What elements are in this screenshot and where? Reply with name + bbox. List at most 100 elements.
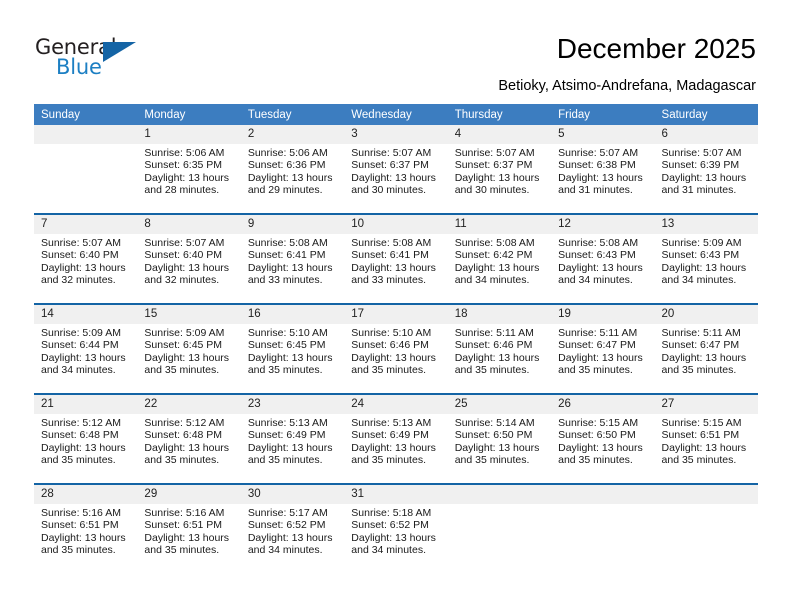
calendar-day-cell[interactable]: 9 Sunrise: 5:08 AM Sunset: 6:41 PM Daylight… [240, 215, 345, 303]
day-cell-content: 25 Sunrise: 5:14 AM Sunset: 6:50 PM Dayligh… [447, 395, 552, 483]
day-number: 25 [447, 395, 552, 414]
daylight-text-line2: and 32 minutes. [144, 274, 220, 287]
day-sun-info: Sunrise: 5:16 AM Sunset: 6:51 PM Daylight:… [137, 504, 240, 557]
calendar-day-cell[interactable]: 23 Sunrise: 5:13 AM Sunset: 6:49 PM Dayligh… [240, 395, 345, 483]
general-blue-logo[interactable]: General Blue [35, 36, 165, 82]
calendar-day-cell[interactable]: 26 Sunrise: 5:15 AM Sunset: 6:50 PM Dayligh… [551, 395, 655, 483]
calendar-day-cell[interactable]: 14 Sunrise: 5:09 AM Sunset: 6:44 PM Dayligh… [34, 305, 138, 393]
day-number: 21 [34, 395, 138, 414]
daylight-text-line2: and 35 minutes. [661, 454, 737, 467]
sunrise-text: Sunrise: 5:07 AM [144, 237, 225, 249]
calendar-day-cell[interactable]: 12 Sunrise: 5:08 AM Sunset: 6:43 PM Dayligh… [551, 215, 655, 303]
day-sun-info: Sunrise: 5:07 AM Sunset: 6:40 PM Daylight:… [137, 234, 240, 287]
daylight-text-line2: and 34 minutes. [247, 544, 323, 557]
calendar-day-cell[interactable]: 3 Sunrise: 5:07 AM Sunset: 6:37 PM Daylight… [344, 125, 448, 213]
day-number [34, 125, 138, 144]
calendar-day-cell[interactable]: 1 Sunrise: 5:06 AM Sunset: 6:35 PM Daylight… [137, 125, 241, 213]
daylight-text-line2: and 35 minutes. [351, 364, 426, 377]
weekday-header-friday: Friday [551, 104, 655, 125]
daylight-text-line1: Daylight: 13 hours [558, 351, 643, 364]
day-cell-content: 29 Sunrise: 5:16 AM Sunset: 6:51 PM Dayligh… [137, 485, 241, 573]
sunset-text: Sunset: 6:52 PM [351, 519, 429, 532]
day-cell-content: 27 Sunrise: 5:15 AM Sunset: 6:51 PM Dayligh… [654, 395, 758, 483]
calendar-day-cell[interactable]: 22 Sunrise: 5:12 AM Sunset: 6:48 PM Dayligh… [137, 395, 241, 483]
day-cell-content: 1 Sunrise: 5:06 AM Sunset: 6:35 PM Daylight… [137, 125, 241, 213]
calendar-day-cell[interactable]: 8 Sunrise: 5:07 AM Sunset: 6:40 PM Daylight… [137, 215, 241, 303]
daylight-text-line2: and 31 minutes. [661, 184, 737, 197]
day-sun-info: Sunrise: 5:13 AM Sunset: 6:49 PM Daylight:… [241, 414, 344, 467]
calendar-week-row: 7 Sunrise: 5:07 AM Sunset: 6:40 PM Daylight… [34, 215, 758, 303]
day-number: 27 [654, 395, 758, 414]
calendar-day-cell[interactable]: 4 Sunrise: 5:07 AM Sunset: 6:37 PM Daylight… [447, 125, 552, 213]
day-sun-info: Sunrise: 5:15 AM Sunset: 6:51 PM Daylight:… [655, 414, 758, 467]
day-sun-info: Sunrise: 5:14 AM Sunset: 6:50 PM Daylight:… [448, 414, 551, 467]
daylight-text-line1: Daylight: 13 hours [41, 261, 126, 274]
day-cell-content: 14 Sunrise: 5:09 AM Sunset: 6:44 PM Dayligh… [34, 305, 138, 393]
day-number: 30 [240, 485, 345, 504]
calendar-day-cell[interactable]: 16 Sunrise: 5:10 AM Sunset: 6:45 PM Dayligh… [240, 305, 345, 393]
calendar-empty-cell [654, 485, 758, 573]
sunset-text: Sunset: 6:48 PM [41, 429, 119, 442]
daylight-text-line1: Daylight: 13 hours [558, 441, 643, 454]
daylight-text-line1: Daylight: 13 hours [454, 351, 540, 364]
day-sun-info: Sunrise: 5:07 AM Sunset: 6:38 PM Daylight:… [551, 144, 654, 197]
daylight-text-line2: and 35 minutes. [144, 544, 220, 557]
sunset-text: Sunset: 6:35 PM [144, 159, 223, 172]
daylight-text-line2: and 34 minutes. [454, 274, 530, 287]
calendar-day-cell[interactable]: 31 Sunrise: 5:18 AM Sunset: 6:52 PM Dayligh… [344, 485, 448, 573]
day-cell-content: 16 Sunrise: 5:10 AM Sunset: 6:45 PM Dayligh… [240, 305, 345, 393]
daylight-text-line1: Daylight: 13 hours [144, 171, 230, 184]
sunrise-text: Sunrise: 5:18 AM [351, 507, 432, 519]
day-cell-content: 3 Sunrise: 5:07 AM Sunset: 6:37 PM Daylight… [344, 125, 448, 213]
calendar-day-cell[interactable]: 15 Sunrise: 5:09 AM Sunset: 6:45 PM Dayligh… [137, 305, 241, 393]
sunrise-text: Sunrise: 5:12 AM [41, 417, 121, 429]
calendar-day-cell[interactable]: 5 Sunrise: 5:07 AM Sunset: 6:38 PM Daylight… [551, 125, 655, 213]
calendar-day-cell[interactable]: 24 Sunrise: 5:13 AM Sunset: 6:49 PM Dayligh… [344, 395, 448, 483]
day-number: 2 [240, 125, 345, 144]
daylight-text-line2: and 32 minutes. [41, 274, 116, 287]
day-sun-info: Sunrise: 5:15 AM Sunset: 6:50 PM Daylight:… [551, 414, 654, 467]
day-number [447, 485, 552, 504]
daylight-text-line2: and 34 minutes. [41, 364, 116, 377]
day-cell-content: 7 Sunrise: 5:07 AM Sunset: 6:40 PM Daylight… [34, 215, 138, 303]
calendar-day-cell[interactable]: 27 Sunrise: 5:15 AM Sunset: 6:51 PM Dayligh… [654, 395, 758, 483]
day-cell-content: 20 Sunrise: 5:11 AM Sunset: 6:47 PM Dayligh… [654, 305, 758, 393]
logo-text-blue: Blue [56, 55, 102, 79]
calendar-day-cell[interactable]: 6 Sunrise: 5:07 AM Sunset: 6:39 PM Daylight… [654, 125, 758, 213]
day-cell-content [654, 485, 758, 573]
calendar-day-cell[interactable]: 11 Sunrise: 5:08 AM Sunset: 6:42 PM Dayligh… [447, 215, 552, 303]
location-subtitle: Betioky, Atsimo-Andrefana, Madagascar [498, 78, 756, 94]
day-sun-info: Sunrise: 5:11 AM Sunset: 6:47 PM Daylight:… [551, 324, 654, 377]
sunrise-text: Sunrise: 5:11 AM [661, 327, 741, 339]
calendar-day-cell[interactable]: 10 Sunrise: 5:08 AM Sunset: 6:41 PM Dayligh… [344, 215, 448, 303]
calendar-day-cell[interactable]: 30 Sunrise: 5:17 AM Sunset: 6:52 PM Dayligh… [240, 485, 345, 573]
day-cell-content: 10 Sunrise: 5:08 AM Sunset: 6:41 PM Dayligh… [344, 215, 448, 303]
calendar-day-cell[interactable]: 2 Sunrise: 5:06 AM Sunset: 6:36 PM Daylight… [240, 125, 345, 213]
calendar-day-cell[interactable]: 29 Sunrise: 5:16 AM Sunset: 6:51 PM Dayligh… [137, 485, 241, 573]
daylight-text-line2: and 31 minutes. [558, 184, 633, 197]
sunset-text: Sunset: 6:50 PM [558, 429, 636, 442]
day-number: 16 [240, 305, 345, 324]
day-sun-info: Sunrise: 5:08 AM Sunset: 6:43 PM Daylight:… [551, 234, 654, 287]
calendar-day-cell[interactable]: 28 Sunrise: 5:16 AM Sunset: 6:51 PM Dayligh… [34, 485, 138, 573]
calendar-week-row: 21 Sunrise: 5:12 AM Sunset: 6:48 PM Dayligh… [34, 395, 758, 483]
calendar-day-cell[interactable]: 25 Sunrise: 5:14 AM Sunset: 6:50 PM Dayligh… [447, 395, 552, 483]
calendar-day-cell[interactable]: 17 Sunrise: 5:10 AM Sunset: 6:46 PM Dayligh… [344, 305, 448, 393]
calendar-day-cell[interactable]: 20 Sunrise: 5:11 AM Sunset: 6:47 PM Dayligh… [654, 305, 758, 393]
day-sun-info: Sunrise: 5:07 AM Sunset: 6:39 PM Daylight:… [655, 144, 758, 197]
daylight-text-line2: and 34 minutes. [661, 274, 737, 287]
calendar-day-cell[interactable]: 13 Sunrise: 5:09 AM Sunset: 6:43 PM Dayligh… [654, 215, 758, 303]
calendar-day-cell[interactable]: 19 Sunrise: 5:11 AM Sunset: 6:47 PM Dayligh… [551, 305, 655, 393]
sunset-text: Sunset: 6:47 PM [661, 339, 740, 352]
calendar-day-cell[interactable]: 21 Sunrise: 5:12 AM Sunset: 6:48 PM Dayligh… [34, 395, 138, 483]
sunrise-text: Sunrise: 5:17 AM [247, 507, 328, 519]
day-number: 14 [34, 305, 138, 324]
logo-triangle-icon [103, 42, 136, 62]
day-cell-content: 30 Sunrise: 5:17 AM Sunset: 6:52 PM Dayligh… [240, 485, 345, 573]
day-number: 20 [654, 305, 758, 324]
calendar-day-cell[interactable]: 18 Sunrise: 5:11 AM Sunset: 6:46 PM Dayligh… [447, 305, 552, 393]
daylight-text-line2: and 35 minutes. [41, 544, 116, 557]
day-sun-info: Sunrise: 5:07 AM Sunset: 6:37 PM Daylight:… [448, 144, 551, 197]
sunrise-text: Sunrise: 5:16 AM [144, 507, 225, 519]
calendar-day-cell[interactable]: 7 Sunrise: 5:07 AM Sunset: 6:40 PM Daylight… [34, 215, 138, 303]
